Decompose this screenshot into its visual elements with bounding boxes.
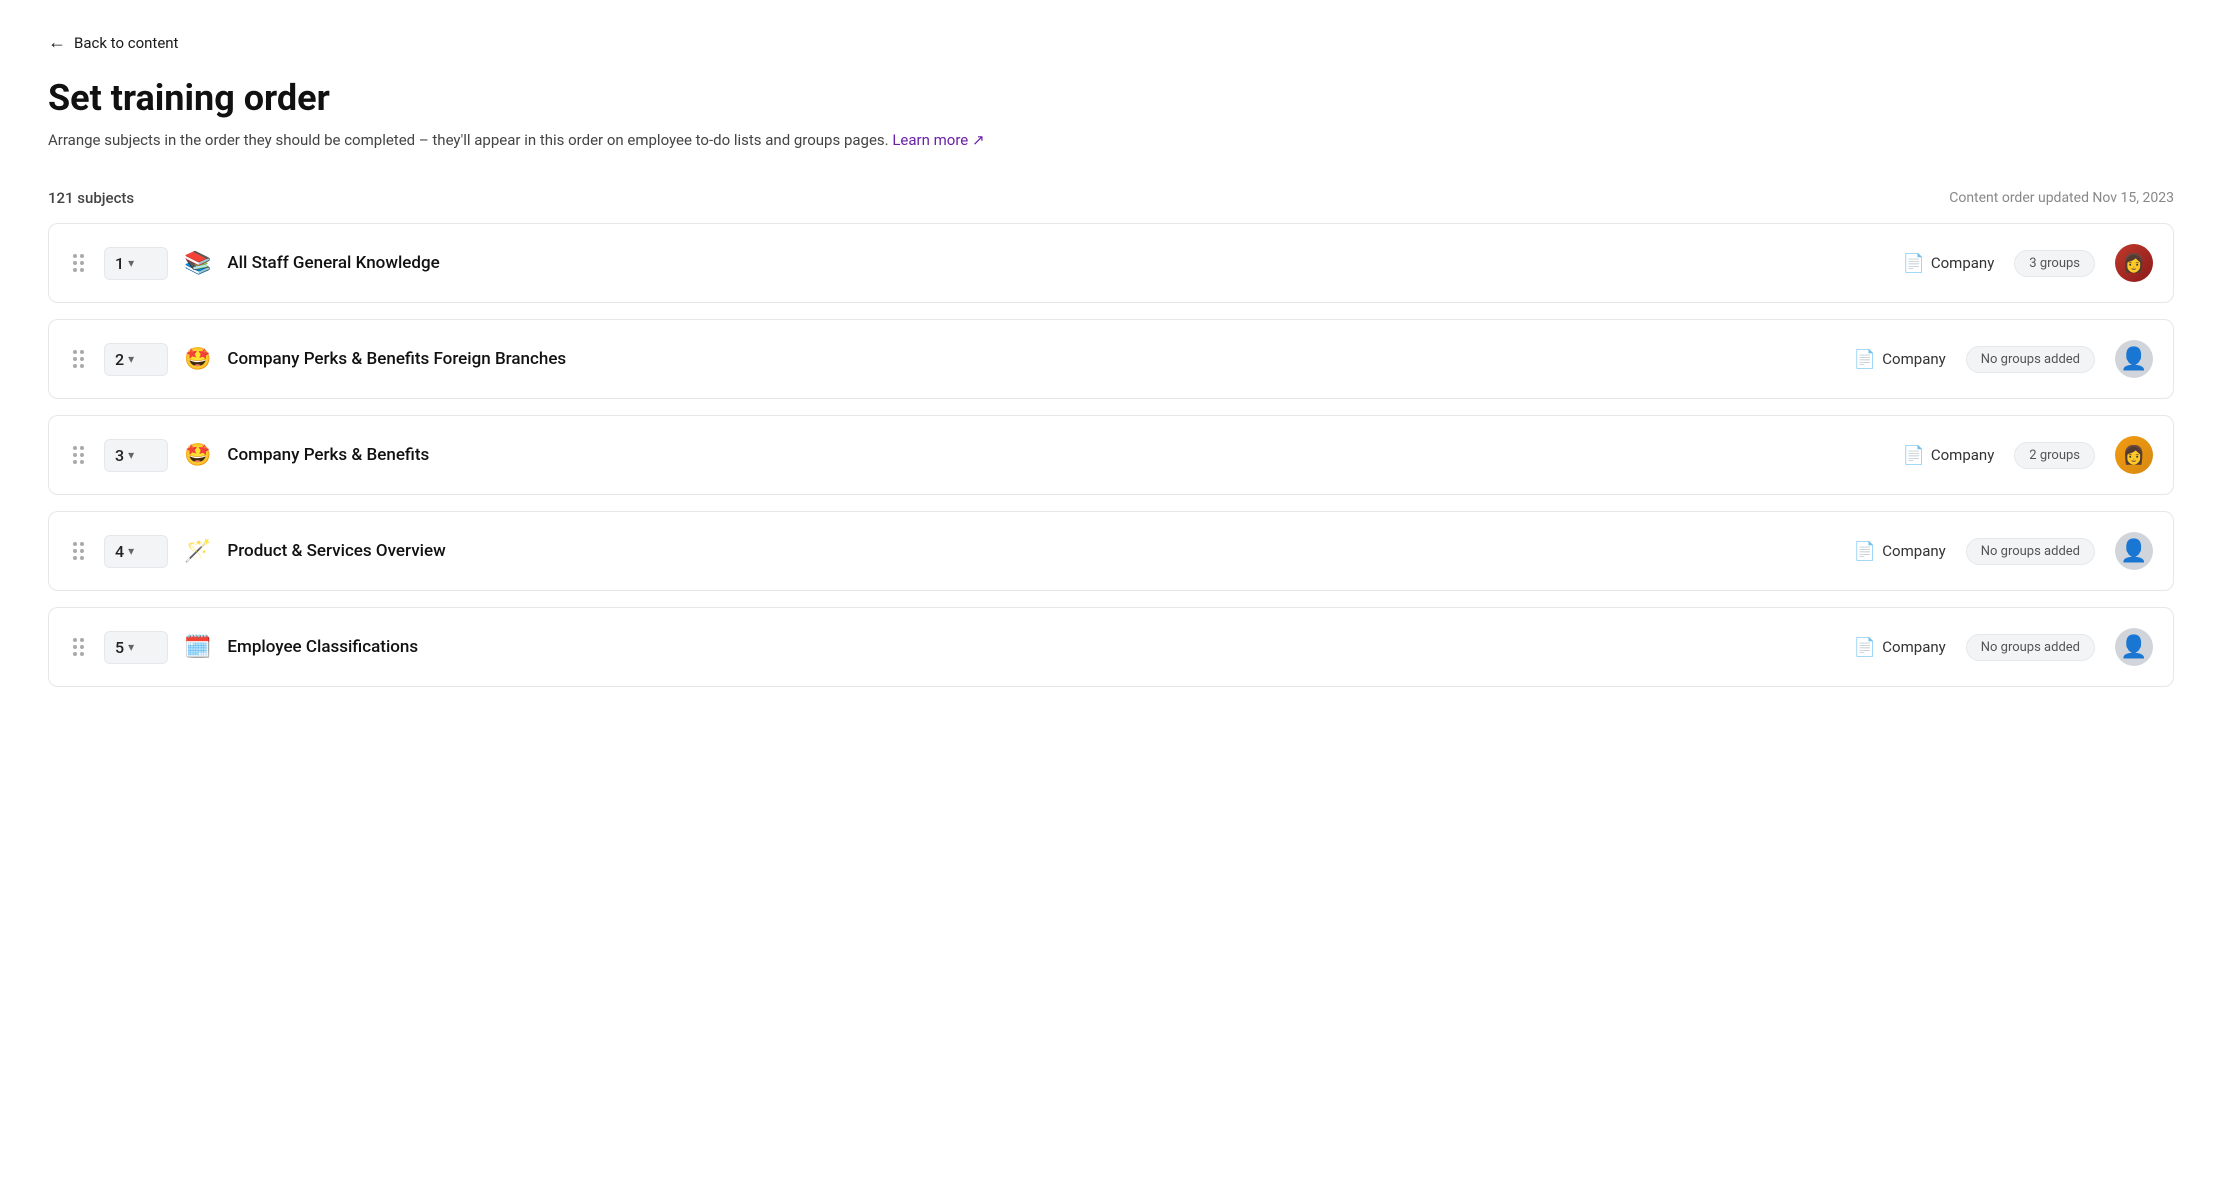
doc-icon: 📄 (1854, 637, 1876, 658)
company-label: 📄 Company (1854, 349, 1946, 370)
subject-name: All Staff General Knowledge (227, 253, 1886, 273)
drag-handle[interactable] (69, 442, 88, 468)
order-select-1[interactable]: 1 ▾ (104, 247, 168, 280)
company-name: Company (1882, 638, 1945, 656)
avatar: 👤 (2115, 340, 2153, 378)
drag-handle[interactable] (69, 538, 88, 564)
chevron-down-icon: ▾ (128, 640, 134, 654)
subject-count: 121 subjects (48, 189, 134, 207)
content-order-updated: Content order updated Nov 15, 2023 (1949, 190, 2174, 206)
order-select-4[interactable]: 4 ▾ (104, 535, 168, 568)
table-row: 3 ▾ 🤩 Company Perks & Benefits 📄 Company… (48, 415, 2174, 495)
doc-icon: 📄 (1854, 349, 1876, 370)
avatar: 👤 (2115, 532, 2153, 570)
subject-emoji: 🪄 (184, 539, 211, 564)
company-label: 📄 Company (1902, 253, 1994, 274)
order-select-3[interactable]: 3 ▾ (104, 439, 168, 472)
right-section: 📄 Company No groups added 👤 (1854, 628, 2153, 666)
avatar: 👩 (2115, 244, 2153, 282)
subject-name: Employee Classifications (227, 637, 1837, 657)
back-arrow-icon: ← (48, 32, 66, 53)
list-header: 121 subjects Content order updated Nov 1… (48, 189, 2174, 207)
drag-handle[interactable] (69, 634, 88, 660)
subject-name: Company Perks & Benefits Foreign Branche… (227, 349, 1837, 369)
order-number: 2 (115, 350, 124, 369)
right-section: 📄 Company No groups added 👤 (1854, 532, 2153, 570)
company-name: Company (1931, 446, 1994, 464)
subject-emoji: 🤩 (184, 347, 211, 372)
company-name: Company (1882, 542, 1945, 560)
order-number: 5 (115, 638, 124, 657)
order-number: 1 (115, 254, 124, 273)
subject-emoji: 📚 (184, 251, 211, 276)
table-row: 2 ▾ 🤩 Company Perks & Benefits Foreign B… (48, 319, 2174, 399)
doc-icon: 📄 (1902, 253, 1924, 274)
page-title: Set training order (48, 77, 2174, 119)
table-row: 1 ▾ 📚 All Staff General Knowledge 📄 Comp… (48, 223, 2174, 303)
table-row: 5 ▾ 🗓️ Employee Classifications 📄 Compan… (48, 607, 2174, 687)
chevron-down-icon: ▾ (128, 352, 134, 366)
company-label: 📄 Company (1902, 445, 1994, 466)
groups-badge: No groups added (1966, 634, 2095, 661)
company-label: 📄 Company (1854, 637, 1946, 658)
doc-icon: 📄 (1902, 445, 1924, 466)
company-name: Company (1931, 254, 1994, 272)
order-select-2[interactable]: 2 ▾ (104, 343, 168, 376)
drag-handle[interactable] (69, 250, 88, 276)
subject-emoji: 🤩 (184, 443, 211, 468)
page-subtitle: Arrange subjects in the order they shoul… (48, 131, 2174, 149)
back-to-content-link[interactable]: ← Back to content (48, 32, 178, 53)
learn-more-link[interactable]: Learn more ↗ (892, 131, 984, 149)
subject-emoji: 🗓️ (184, 635, 211, 660)
drag-handle[interactable] (69, 346, 88, 372)
back-label: Back to content (74, 34, 178, 52)
avatar: 👩 (2115, 436, 2153, 474)
order-number: 3 (115, 446, 124, 465)
right-section: 📄 Company No groups added 👤 (1854, 340, 2153, 378)
avatar-placeholder-icon: 👤 (2120, 347, 2147, 372)
doc-icon: 📄 (1854, 541, 1876, 562)
avatar-placeholder-icon: 👤 (2120, 635, 2147, 660)
order-number: 4 (115, 542, 124, 561)
order-select-5[interactable]: 5 ▾ (104, 631, 168, 664)
avatar: 👤 (2115, 628, 2153, 666)
groups-badge: No groups added (1966, 346, 2095, 373)
right-section: 📄 Company 2 groups 👩 (1902, 436, 2153, 474)
groups-badge: No groups added (1966, 538, 2095, 565)
training-list: 1 ▾ 📚 All Staff General Knowledge 📄 Comp… (48, 223, 2174, 703)
company-label: 📄 Company (1854, 541, 1946, 562)
avatar-placeholder-icon: 👤 (2120, 539, 2147, 564)
subject-name: Company Perks & Benefits (227, 445, 1886, 465)
table-row: 4 ▾ 🪄 Product & Services Overview 📄 Comp… (48, 511, 2174, 591)
groups-badge: 2 groups (2014, 442, 2095, 469)
chevron-down-icon: ▾ (128, 448, 134, 462)
right-section: 📄 Company 3 groups 👩 (1902, 244, 2153, 282)
chevron-down-icon: ▾ (128, 256, 134, 270)
groups-badge: 3 groups (2014, 250, 2095, 277)
chevron-down-icon: ▾ (128, 544, 134, 558)
company-name: Company (1882, 350, 1945, 368)
subject-name: Product & Services Overview (227, 541, 1837, 561)
